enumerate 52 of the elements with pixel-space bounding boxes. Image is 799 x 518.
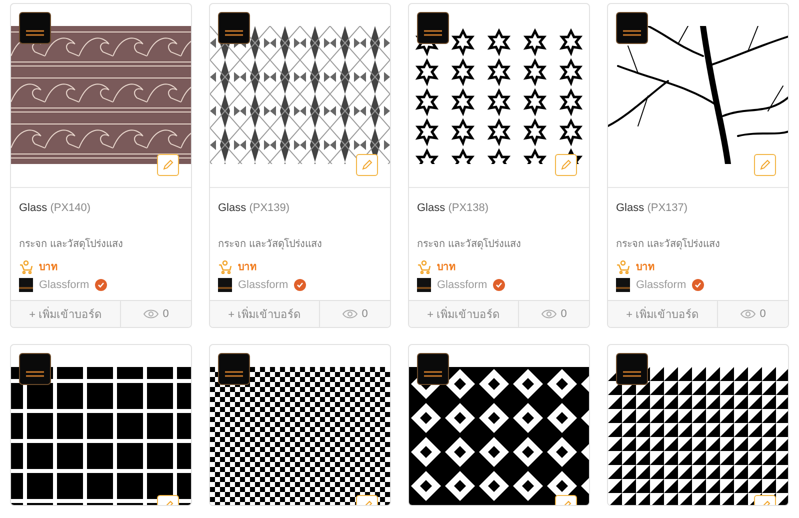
- brand-name[interactable]: Glassform: [238, 279, 288, 291]
- view-count: 0: [162, 308, 169, 320]
- product-category: กระจก และวัสดุโปร่งแสง: [218, 237, 323, 251]
- view-count: 0: [560, 308, 567, 320]
- product-title: Glass (PX139): [218, 202, 291, 214]
- edit-button[interactable]: [754, 154, 776, 176]
- brand-thumbnail: [19, 278, 33, 292]
- add-to-board-button[interactable]: + เพิ่มเข้าบอร์ด: [608, 301, 718, 327]
- pencil-icon: [361, 159, 373, 171]
- eye-icon: [142, 309, 159, 319]
- product-title: Glass (PX137): [616, 202, 689, 214]
- price-text: บาท: [636, 261, 655, 274]
- brand-name[interactable]: Glassform: [39, 279, 90, 291]
- price-text: บาท: [437, 261, 456, 274]
- brand-name[interactable]: Glassform: [636, 279, 686, 291]
- product-title: Glass (PX140): [19, 202, 92, 214]
- price-text: บาท: [238, 261, 257, 274]
- cart-icon: [616, 260, 630, 274]
- brand-logo: [19, 353, 51, 385]
- edit-button[interactable]: [157, 154, 179, 176]
- brand-thumbnail: [616, 278, 630, 292]
- brand-logo: [218, 12, 250, 44]
- brand-thumbnail: [218, 278, 232, 292]
- pencil-icon: [759, 159, 771, 171]
- product-category: กระจก และวัสดุโปร่งแสง: [19, 237, 124, 251]
- pencil-icon: [162, 159, 174, 171]
- product-title: Glass (PX138): [417, 202, 490, 214]
- edit-button[interactable]: [555, 154, 577, 176]
- edit-button[interactable]: [356, 154, 378, 176]
- product-category: กระจก และวัสดุโปร่งแสง: [417, 237, 522, 251]
- cart-icon: [19, 260, 33, 274]
- product-category: กระจก และวัสดุโปร่งแสง: [616, 237, 721, 251]
- brand-logo: [616, 12, 648, 44]
- brand-thumbnail: [417, 278, 431, 292]
- cart-icon: [218, 260, 232, 274]
- view-count: 0: [760, 308, 766, 320]
- add-to-board-button[interactable]: + เพิ่มเข้าบอร์ด: [11, 301, 121, 327]
- pencil-icon: [560, 159, 572, 171]
- add-to-board-button[interactable]: + เพิ่มเข้าบอร์ด: [409, 301, 519, 327]
- eye-icon: [540, 309, 557, 319]
- brand-logo: [417, 12, 449, 44]
- view-count: 0: [362, 308, 368, 320]
- brand-logo: [218, 353, 250, 385]
- brand-logo: [417, 353, 449, 385]
- eye-icon: [342, 309, 358, 319]
- brand-logo: [19, 12, 51, 44]
- add-to-board-button[interactable]: + เพิ่มเข้าบอร์ด: [210, 301, 320, 327]
- cart-icon: [417, 260, 431, 274]
- brand-logo: [616, 353, 648, 385]
- price-text: บาท: [39, 261, 58, 274]
- eye-icon: [740, 309, 756, 319]
- brand-name[interactable]: Glassform: [437, 279, 488, 291]
